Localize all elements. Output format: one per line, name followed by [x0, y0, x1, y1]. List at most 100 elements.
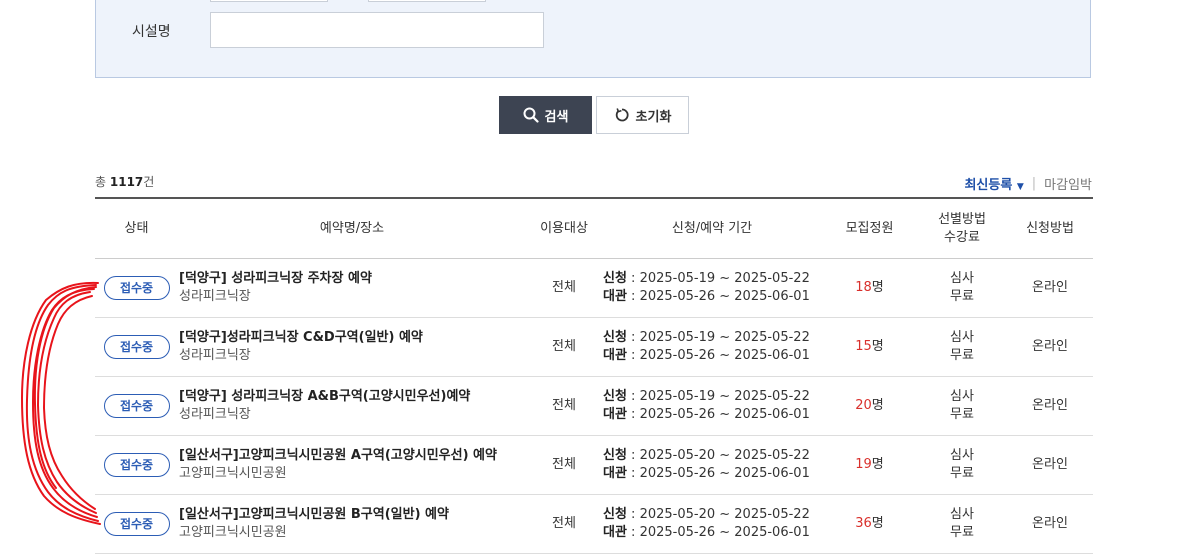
- name-cell: [덕양구] 성라피크닉장 A&B구역(고양시민우선)예약 성라피크닉장: [178, 376, 526, 436]
- use-dates: 2025-05-26 ~ 2025-06-01: [639, 348, 810, 363]
- selection-method: 심사: [950, 271, 974, 286]
- use-dates: 2025-05-26 ~ 2025-06-01: [639, 289, 810, 304]
- status-cell: 접수중: [95, 317, 178, 377]
- period-cell: 신청 : 2025-05-20 ~ 2025-05-22 대관 : 2025-05…: [602, 435, 822, 495]
- apply-label: 신청: [603, 507, 627, 522]
- reset-button-label: 초기화: [635, 109, 672, 125]
- facility-label: 시설명: [132, 24, 171, 40]
- capacity-count: 20: [855, 398, 872, 413]
- sort-latest-label: 최신등록: [964, 178, 1013, 193]
- use-label: 대관: [603, 466, 627, 481]
- header-capacity: 모집정원: [822, 199, 917, 259]
- table-row[interactable]: 접수중 [덕양구] 성라피크닉장 A&B구역(고양시민우선)예약 성라피크닉장 전체 신…: [95, 376, 1093, 436]
- apply-label: 신청: [603, 271, 627, 286]
- capacity-cell: 15명: [822, 317, 917, 377]
- period-cell: 신청 : 2025-05-20 ~ 2025-05-22 대관 : 2025-05…: [602, 494, 822, 554]
- target-cell: 전체: [526, 435, 602, 495]
- reservation-place: 성라피크닉장: [179, 407, 251, 422]
- use-period: 대관 : 2025-05-26 ~ 2025-06-01: [603, 289, 810, 304]
- apply-dates: 2025-05-19 ~ 2025-05-22: [639, 330, 810, 345]
- use-period: 대관 : 2025-05-26 ~ 2025-06-01: [603, 348, 810, 363]
- apply-period: 신청 : 2025-05-19 ~ 2025-05-22: [603, 389, 810, 404]
- status-cell: 접수중: [95, 435, 178, 495]
- capacity-unit: 명: [871, 516, 884, 531]
- search-icon: [523, 107, 539, 123]
- selection-method: 심사: [950, 330, 974, 345]
- reservation-place: 성라피크닉장: [179, 348, 251, 363]
- reservation-place: 성라피크닉장: [179, 289, 251, 304]
- total-count: 총 1117건: [95, 173, 154, 190]
- fee: 무료: [950, 348, 974, 363]
- target-cell: 전체: [526, 494, 602, 554]
- status-badge: 접수중: [103, 512, 170, 536]
- method-cell: 온라인: [1007, 258, 1093, 318]
- use-dates: 2025-05-26 ~ 2025-06-01: [639, 407, 810, 422]
- use-period: 대관 : 2025-05-26 ~ 2025-06-01: [603, 466, 810, 481]
- capacity-count: 19: [855, 457, 872, 472]
- sort-latest[interactable]: 최신등록 ▼: [964, 174, 1023, 193]
- header-target: 이용대상: [526, 199, 602, 259]
- reservation-title-link[interactable]: [덕양구]성라피크닉장 C&D구역(일반) 예약: [179, 329, 525, 347]
- table-row[interactable]: 접수중 [일산서구]고양피크닉시민공원 A구역(고양시민우선) 예약 고양피크닉시민…: [95, 435, 1093, 495]
- fee: 무료: [950, 525, 974, 540]
- caret-down-icon: ▼: [1016, 182, 1024, 192]
- header-selection-line2: 수강료: [944, 229, 980, 245]
- sort-options: 최신등록 ▼ | 마감임박: [964, 174, 1092, 193]
- header-status: 상태: [95, 199, 178, 259]
- reservation-title-link[interactable]: [일산서구]고양피크닉시민공원 A구역(고양시민우선) 예약: [179, 447, 525, 465]
- refresh-icon: [615, 108, 629, 122]
- reservation-title-link[interactable]: [일산서구]고양피크닉시민공원 B구역(일반) 예약: [179, 506, 525, 524]
- selection-cell: 심사무료: [917, 317, 1007, 377]
- reservation-title-link[interactable]: [덕양구] 성라피크닉장 A&B구역(고양시민우선)예약: [179, 388, 525, 406]
- capacity-count: 36: [855, 516, 872, 531]
- selection-method: 심사: [950, 448, 974, 463]
- reservation-place: 고양피크닉시민공원: [179, 525, 287, 540]
- apply-dates: 2025-05-19 ~ 2025-05-22: [639, 271, 810, 286]
- status-badge: 접수중: [103, 276, 170, 300]
- method-cell: 온라인: [1007, 317, 1093, 377]
- apply-period: 신청 : 2025-05-20 ~ 2025-05-22: [603, 448, 810, 463]
- reservation-title-link[interactable]: [덕양구] 성라피크닉장 주차장 예약: [179, 270, 525, 288]
- header-period: 신청/예약 기간: [602, 199, 822, 259]
- status-cell: 접수중: [95, 376, 178, 436]
- apply-dates: 2025-05-20 ~ 2025-05-22: [639, 507, 810, 522]
- header-selection-line1: 선별방법: [938, 211, 986, 227]
- reset-button[interactable]: 초기화: [596, 96, 689, 134]
- name-cell: [일산서구]고양피크닉시민공원 A구역(고양시민우선) 예약 고양피크닉시민공원: [178, 435, 526, 495]
- top-select-stub-2[interactable]: [368, 0, 486, 2]
- total-prefix: 총: [95, 175, 107, 189]
- apply-dates: 2025-05-20 ~ 2025-05-22: [639, 448, 810, 463]
- fee: 무료: [950, 466, 974, 481]
- target-cell: 전체: [526, 376, 602, 436]
- table-row[interactable]: 접수중 [덕양구] 성라피크닉장 주차장 예약 성라피크닉장 전체 신청 : 2025-…: [95, 258, 1093, 318]
- apply-label: 신청: [603, 330, 627, 345]
- apply-dates: 2025-05-19 ~ 2025-05-22: [639, 389, 810, 404]
- search-button[interactable]: 검색: [499, 96, 592, 134]
- capacity-unit: 명: [871, 398, 884, 413]
- capacity-unit: 명: [871, 339, 884, 354]
- total-suffix: 건: [143, 175, 155, 189]
- capacity-count: 15: [855, 339, 872, 354]
- use-dates: 2025-05-26 ~ 2025-06-01: [639, 466, 810, 481]
- table-row[interactable]: 접수중 [덕양구]성라피크닉장 C&D구역(일반) 예약 성라피크닉장 전체 신청 : …: [95, 317, 1093, 377]
- status-badge: 접수중: [103, 453, 170, 477]
- top-select-stub[interactable]: [210, 0, 328, 2]
- use-period: 대관 : 2025-05-26 ~ 2025-06-01: [603, 407, 810, 422]
- capacity-unit: 명: [871, 280, 884, 295]
- search-button-label: 검색: [544, 109, 569, 125]
- apply-period: 신청 : 2025-05-19 ~ 2025-05-22: [603, 271, 810, 286]
- header-selection: 선별방법 수강료: [917, 199, 1007, 259]
- apply-label: 신청: [603, 389, 627, 404]
- reservation-table: 상태 예약명/장소 이용대상 신청/예약 기간 모집정원 선별방법 수강료 신청…: [95, 197, 1093, 554]
- sort-deadline[interactable]: 마감임박: [1044, 174, 1092, 193]
- method-cell: 온라인: [1007, 435, 1093, 495]
- table-row[interactable]: 접수중 [일산서구]고양피크닉시민공원 B구역(일반) 예약 고양피크닉시민공원 전체…: [95, 494, 1093, 554]
- capacity-unit: 명: [871, 457, 884, 472]
- fee: 무료: [950, 289, 974, 304]
- selection-method: 심사: [950, 507, 974, 522]
- header-name: 예약명/장소: [178, 199, 526, 259]
- name-cell: [덕양구] 성라피크닉장 주차장 예약 성라피크닉장: [178, 258, 526, 318]
- use-dates: 2025-05-26 ~ 2025-06-01: [639, 525, 810, 540]
- facility-input[interactable]: [210, 12, 544, 48]
- name-cell: [덕양구]성라피크닉장 C&D구역(일반) 예약 성라피크닉장: [178, 317, 526, 377]
